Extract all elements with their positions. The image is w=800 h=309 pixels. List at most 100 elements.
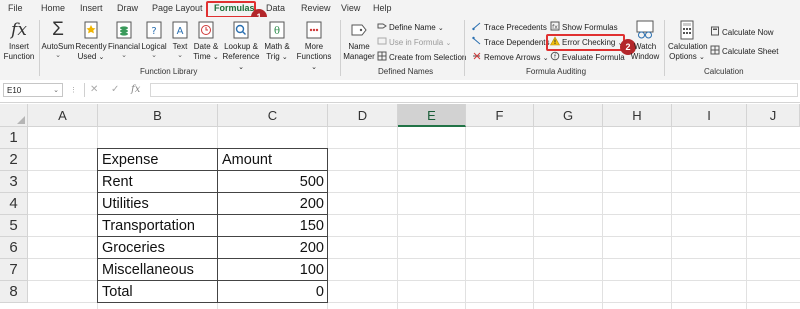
create-from-selection-button[interactable]: Create from Selection [377,51,466,64]
group-label-formula-auditing: Formula Auditing [526,67,587,76]
clock-icon [195,19,217,41]
insert-function-button[interactable]: fx Insert Function [3,19,35,62]
logical-question-icon: ? [143,19,165,41]
trace-precedents-icon [472,21,482,31]
cell-b7[interactable]: Miscellaneous [98,259,217,281]
watch-window-button[interactable]: Watch Window [630,19,660,62]
row-header-3[interactable]: 3 [0,171,28,193]
row-header-5[interactable]: 5 [0,215,28,237]
cell-b2[interactable]: Expense [98,149,217,171]
chevron-down-icon[interactable]: ⌄ [53,84,59,98]
show-formulas-label: Show Formulas [562,23,618,32]
tab-data[interactable]: Data [266,3,285,13]
remove-arrows-button[interactable]: Remove Arrows ⌄ [472,51,549,64]
calculate-sheet-button[interactable]: Calculate Sheet [710,45,778,58]
tab-home[interactable]: Home [41,3,65,13]
column-header-g[interactable]: G [534,104,603,127]
more-functions-button[interactable]: More Functions ⌄ [293,19,335,73]
row-header-7[interactable]: 7 [0,259,28,281]
check-icon[interactable]: ✓ [111,84,119,95]
lookup-reference-button[interactable]: Lookup & Reference ⌄ [221,19,261,73]
more-functions-label-2: Functions [296,52,332,61]
cell-b6[interactable]: Groceries [98,237,217,259]
magnifier-icon [230,19,252,41]
row-header-4[interactable]: 4 [0,193,28,215]
tab-insert[interactable]: Insert [80,3,103,13]
gridline [397,127,398,309]
row-header-8[interactable]: 8 [0,281,28,303]
cancel-x-icon[interactable]: ✕ [90,84,98,95]
cell-c8[interactable]: 0 [218,281,327,303]
tab-page-layout[interactable]: Page Layout [152,3,203,13]
insert-function-fx-icon[interactable]: fx [131,84,140,95]
name-manager-button[interactable]: Name Manager [343,19,375,62]
logical-button[interactable]: ? Logical ⌄ [141,19,167,59]
tab-help[interactable]: Help [373,3,392,13]
column-header-e[interactable]: E [398,104,466,127]
cell-c2[interactable]: Amount [218,149,327,171]
worksheet-grid[interactable]: A B C D E F G H I J 1 2 3 4 5 6 7 8 Expe… [0,104,800,309]
cell-c5[interactable]: 150 [218,215,327,237]
tab-file[interactable]: File [8,3,23,13]
cell-c4[interactable]: 200 [218,193,327,215]
tag-icon [377,21,387,31]
define-name-label: Define Name [389,23,436,32]
evaluate-formula-label: Evaluate Formula [562,53,625,62]
cell-b3[interactable]: Rent [98,171,217,193]
resize-handle-icon[interactable]: ⋮ [70,86,77,94]
recently-used-button[interactable]: Recently Used ⌄ [75,19,107,63]
more-dots-icon [303,19,325,41]
name-box[interactable]: E10 ⌄ [3,83,63,97]
select-all-corner[interactable] [0,104,28,127]
svg-text:θ: θ [274,26,280,37]
cell-c7[interactable]: 100 [218,259,327,281]
show-formulas-button[interactable]: fx Show Formulas [550,21,618,34]
cell-b5[interactable]: Transportation [98,215,217,237]
column-header-b[interactable]: B [98,104,218,127]
use-in-formula-button[interactable]: Use in Formula ⌄ [377,36,451,49]
cell-c3[interactable]: 500 [218,171,327,193]
column-header-i[interactable]: I [672,104,747,127]
cell-c6[interactable]: 200 [218,237,327,259]
column-header-f[interactable]: F [466,104,534,127]
cell-b8[interactable]: Total [98,281,217,303]
define-name-button[interactable]: Define Name ⌄ [377,21,444,34]
date-time-button[interactable]: Date & Time ⌄ [192,19,220,63]
chevron-down-icon: ⌄ [151,52,157,59]
tab-review[interactable]: Review [301,3,331,13]
gridline [602,127,603,309]
row-header-2[interactable]: 2 [0,149,28,171]
column-header-a[interactable]: A [28,104,98,127]
trace-precedents-label: Trace Precedents [484,23,547,32]
gridline [671,127,672,309]
insert-function-label-2: Function [3,52,35,61]
column-header-c[interactable]: C [218,104,328,127]
insert-function-label-1: Insert [8,42,29,51]
trace-precedents-button[interactable]: Trace Precedents [472,21,547,34]
row-header-6[interactable]: 6 [0,237,28,259]
group-divider [340,20,341,76]
evaluate-formula-icon: f [550,51,560,61]
row-header-1[interactable]: 1 [0,127,28,149]
lookup-reference-label-2: Reference [222,52,260,61]
evaluate-formula-button[interactable]: f Evaluate Formula [550,51,625,64]
cell-b4[interactable]: Utilities [98,193,217,215]
column-header-h[interactable]: H [603,104,672,127]
trace-dependents-button[interactable]: Trace Dependents [472,36,550,49]
column-header-d[interactable]: D [328,104,398,127]
text-button[interactable]: A Text ⌄ [168,19,192,59]
calculate-now-button[interactable]: Calculate Now [710,26,774,39]
calculation-options-button[interactable]: Calculation Options ⌄ [668,19,708,63]
calculator-icon [676,19,698,41]
tab-view[interactable]: View [341,3,360,13]
column-header-j[interactable]: J [747,104,800,127]
formula-input[interactable] [150,83,798,97]
math-trig-button[interactable]: θ Math & Trig ⌄ [262,19,292,63]
grid-selection-icon [377,51,387,61]
remove-arrows-icon [472,51,482,61]
autosum-button[interactable]: Σ AutoSum ⌄ [41,19,75,59]
formulas-tab-highlight [206,1,256,18]
svg-text:fx: fx [552,24,558,31]
financial-button[interactable]: Financial ⌄ [107,19,141,59]
tab-draw[interactable]: Draw [117,3,138,13]
